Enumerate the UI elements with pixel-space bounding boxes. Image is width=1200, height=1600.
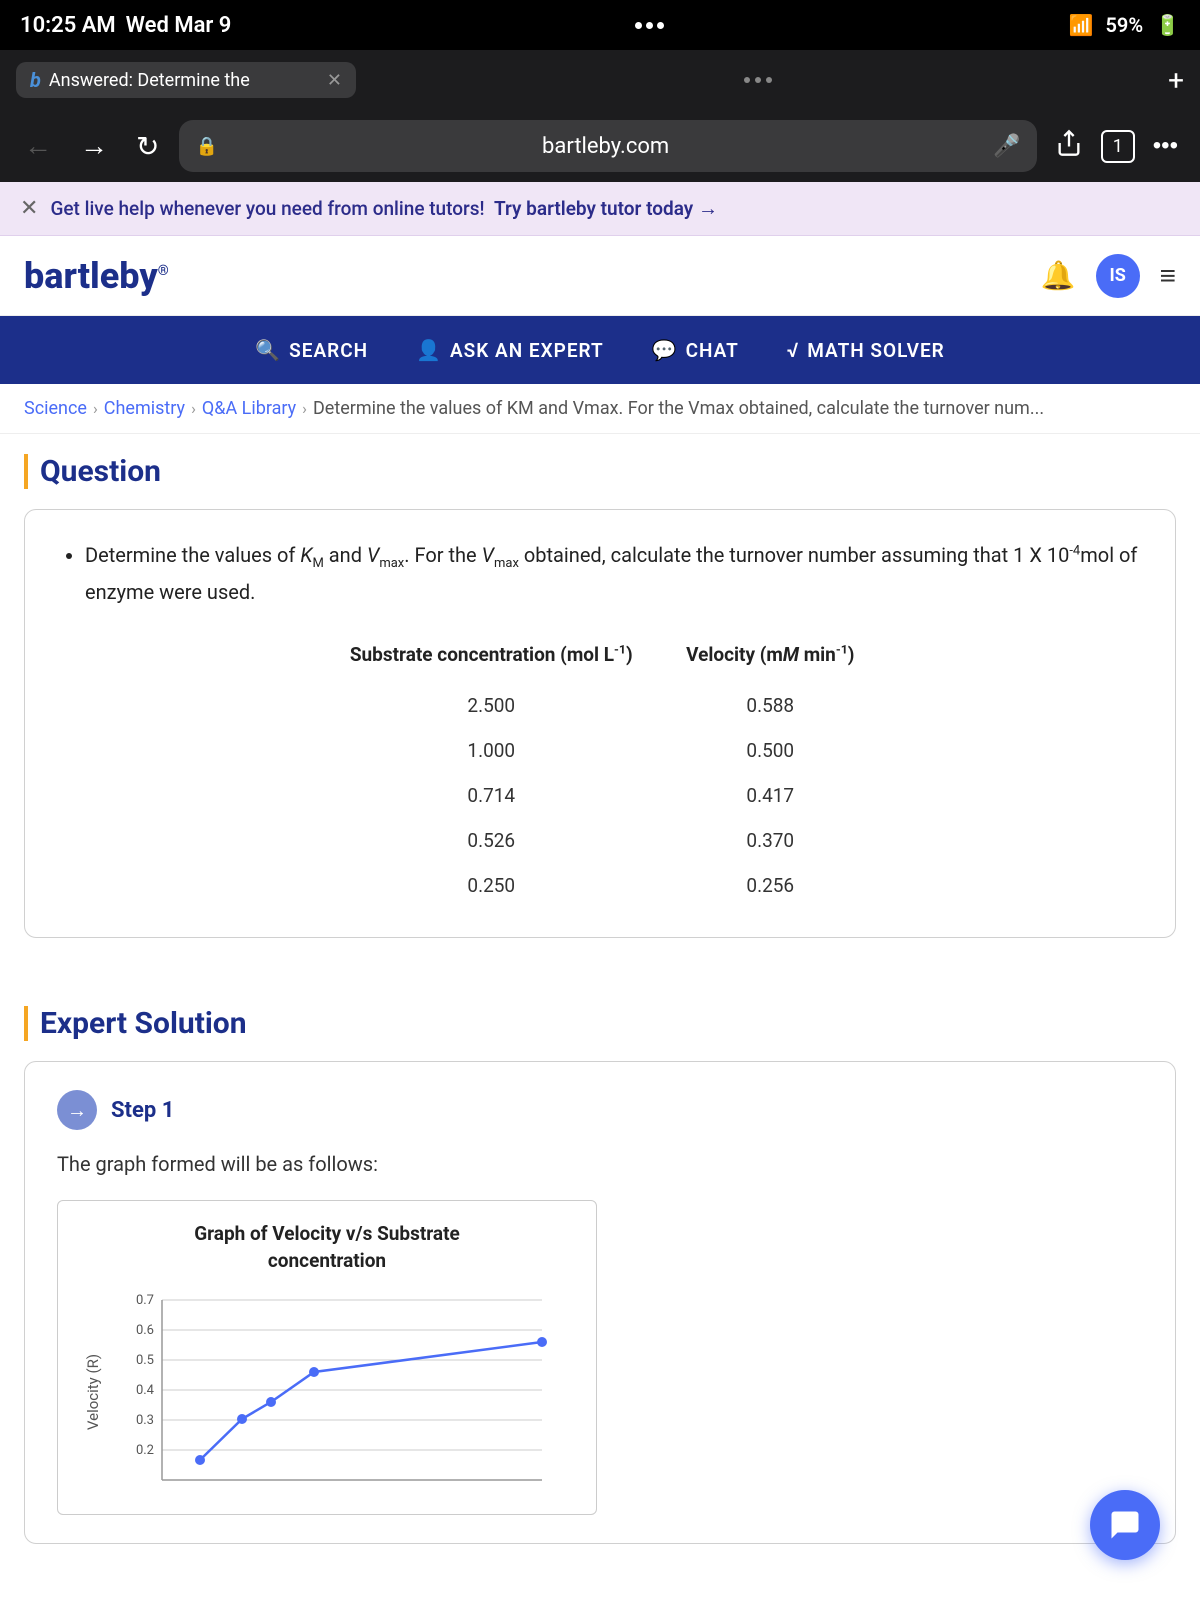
status-bar: 10:25 AM Wed Mar 9 📶 59% 🔋 [0, 0, 1200, 50]
tab-close-button[interactable]: ✕ [327, 70, 342, 91]
breadcrumb-current: Determine the values of KM and Vmax. For… [313, 398, 1044, 419]
battery-percent: 59% [1105, 13, 1143, 37]
solution-card: → Step 1 The graph formed will be as fol… [24, 1061, 1176, 1544]
tab-title: Answered: Determine the [49, 70, 319, 91]
lock-icon: 🔒 [195, 136, 217, 157]
float-chat-button[interactable] [1090, 1490, 1160, 1560]
browser-tab[interactable]: b Answered: Determine the ✕ [16, 62, 356, 98]
substrate-value: 0.250 [322, 864, 661, 907]
svg-text:0.4: 0.4 [136, 1383, 155, 1398]
tab-count[interactable]: 1 [1101, 130, 1135, 163]
breadcrumb-science[interactable]: Science [24, 398, 87, 419]
promo-close-button[interactable]: ✕ [20, 196, 38, 221]
nav-chat-label: CHAT [686, 339, 739, 362]
y-axis-label: Velocity (R) [78, 1290, 108, 1494]
user-avatar[interactable]: IS [1096, 254, 1140, 298]
nav-search[interactable]: 🔍 SEARCH [255, 338, 368, 362]
chat-icon: 💬 [652, 338, 678, 362]
search-icon: 🔍 [255, 338, 281, 362]
status-time: 10:25 AM [20, 13, 116, 38]
table-row: 0.2500.256 [322, 864, 878, 907]
share-button[interactable] [1049, 123, 1089, 170]
breadcrumb: Science › Chemistry › Q&A Library › Dete… [0, 384, 1200, 434]
breadcrumb-chemistry[interactable]: Chemistry [104, 398, 185, 419]
graph-area: Velocity (R) 0.7 0.6 [78, 1290, 576, 1494]
step-label: Step 1 [111, 1098, 174, 1123]
nav-chat[interactable]: 💬 CHAT [652, 338, 739, 362]
nav-ask-expert[interactable]: 👤 ASK AN EXPERT [416, 338, 604, 362]
url-text: bartleby.com [226, 134, 985, 159]
velocity-value: 0.256 [663, 864, 878, 907]
velocity-value: 0.500 [663, 729, 878, 772]
table-row: 0.5260.370 [322, 819, 878, 862]
step-header: → Step 1 [57, 1090, 1143, 1130]
forward-button[interactable]: → [72, 126, 116, 166]
question-section: Question Determine the values of KM and … [0, 434, 1200, 986]
table-row: 2.5000.588 [322, 684, 878, 727]
step-arrow-icon: → [57, 1090, 97, 1130]
person-icon: 👤 [416, 338, 442, 362]
question-card: Determine the values of KM and Vmax. For… [24, 509, 1176, 938]
svg-text:0.6: 0.6 [136, 1323, 154, 1338]
data-table: Substrate concentration (mol L-1) Veloci… [320, 633, 880, 909]
more-button[interactable]: ••• [1147, 126, 1184, 166]
battery-icon: 🔋 [1155, 13, 1180, 37]
velocity-value: 0.588 [663, 684, 878, 727]
substrate-value: 0.526 [322, 819, 661, 862]
promo-link[interactable]: Try bartleby tutor today [494, 197, 693, 220]
expert-solution-section: Expert Solution → Step 1 The graph forme… [0, 986, 1200, 1544]
chart-wrapper: 0.7 0.6 0.5 0.4 0.3 0.2 [108, 1290, 576, 1494]
math-icon: √ [787, 338, 799, 362]
graph-title: Graph of Velocity v/s Substrateconcentra… [78, 1221, 576, 1274]
table-header-velocity: Velocity (mM min-1) [663, 635, 878, 682]
nav-math-solver[interactable]: √ MATH SOLVER [787, 338, 945, 362]
breadcrumb-sep-2: › [191, 399, 196, 418]
nav-search-label: SEARCH [289, 339, 368, 362]
step-description: The graph formed will be as follows: [57, 1148, 1143, 1180]
breadcrumb-sep-3: › [302, 399, 307, 418]
question-body: Determine the values of KM and Vmax. For… [57, 538, 1143, 609]
breadcrumb-qa-library[interactable]: Q&A Library [202, 398, 296, 419]
header-actions: 🔔 IS ≡ [1041, 254, 1176, 298]
svg-text:0.5: 0.5 [136, 1353, 154, 1368]
expert-solution-title: Expert Solution [24, 1006, 1176, 1041]
promo-banner: ✕ Get live help whenever you need from o… [0, 182, 1200, 236]
url-bar[interactable]: 🔒 bartleby.com 🎤 [179, 120, 1036, 172]
svg-text:0.2: 0.2 [136, 1443, 154, 1458]
svg-text:0.7: 0.7 [136, 1293, 154, 1308]
tab-dots [744, 77, 772, 83]
promo-text: Get live help whenever you need from onl… [50, 196, 1180, 221]
main-nav: 🔍 SEARCH 👤 ASK AN EXPERT 💬 CHAT √ MATH S… [0, 316, 1200, 384]
browser-tab-bar: b Answered: Determine the ✕ + [0, 50, 1200, 110]
promo-arrow: → [698, 196, 718, 220]
substrate-value: 2.500 [322, 684, 661, 727]
svg-text:0.3: 0.3 [136, 1413, 154, 1428]
table-header-substrate: Substrate concentration (mol L-1) [322, 635, 661, 682]
question-title: Question [24, 454, 1176, 489]
wifi-icon: 📶 [1069, 13, 1094, 37]
new-tab-button[interactable]: + [1168, 64, 1184, 97]
breadcrumb-sep-1: › [93, 399, 98, 418]
nav-ask-label: ASK AN EXPERT [450, 339, 604, 362]
velocity-value: 0.417 [663, 774, 878, 817]
table-row: 1.0000.500 [322, 729, 878, 772]
velocity-value: 0.370 [663, 819, 878, 862]
graph-container: Graph of Velocity v/s Substrateconcentra… [57, 1200, 597, 1515]
status-date: Wed Mar 9 [126, 13, 232, 38]
table-row: 0.7140.417 [322, 774, 878, 817]
tab-favicon: b [30, 68, 41, 92]
status-dots [635, 22, 664, 29]
browser-nav-bar: ← → ↻ 🔒 bartleby.com 🎤 1 ••• [0, 110, 1200, 182]
logo[interactable]: bartleby® [24, 255, 169, 297]
substrate-value: 1.000 [322, 729, 661, 772]
notification-bell-icon[interactable]: 🔔 [1041, 259, 1076, 292]
back-button[interactable]: ← [16, 126, 60, 166]
reload-button[interactable]: ↻ [128, 126, 167, 167]
app-header: bartleby® 🔔 IS ≡ [0, 236, 1200, 316]
microphone-icon[interactable]: 🎤 [993, 134, 1020, 159]
status-right: 📶 59% 🔋 [1069, 13, 1180, 37]
substrate-value: 0.714 [322, 774, 661, 817]
nav-math-label: MATH SOLVER [807, 339, 945, 362]
hamburger-menu-icon[interactable]: ≡ [1160, 259, 1176, 292]
